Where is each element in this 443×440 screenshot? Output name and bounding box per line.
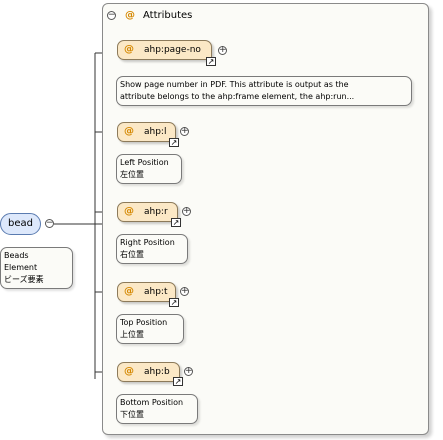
- attribute-name: ahp:r: [144, 207, 168, 217]
- attribute-node-r[interactable]: @ ahp:r: [117, 202, 178, 222]
- doc-line: Right Position: [120, 238, 175, 247]
- attribute-doc-t: Top Position 上位置: [116, 314, 184, 344]
- attribute-name: ahp:t: [144, 287, 168, 297]
- link-arrow-icon[interactable]: ↗: [169, 138, 179, 147]
- doc-line: Left Position: [120, 158, 169, 167]
- plus-circle-icon[interactable]: +: [218, 46, 227, 55]
- doc-line: ビーズ要素: [4, 275, 44, 284]
- plus-circle-icon[interactable]: +: [184, 367, 193, 376]
- link-arrow-icon[interactable]: ↗: [171, 218, 181, 227]
- attribute-node-l[interactable]: @ ahp:l: [117, 122, 176, 142]
- attribute-doc-page-no: Show page number in PDF. This attribute …: [116, 76, 412, 106]
- at-sign-icon: @: [124, 44, 134, 55]
- attribute-name: ahp:page-no: [144, 45, 201, 55]
- plus-circle-icon[interactable]: +: [182, 207, 191, 216]
- doc-line: 左位置: [120, 170, 144, 179]
- at-sign-icon: @: [125, 10, 135, 21]
- minus-circle-icon[interactable]: −: [45, 219, 54, 228]
- plus-circle-icon[interactable]: +: [180, 287, 189, 296]
- link-arrow-icon[interactable]: ↗: [173, 377, 183, 386]
- at-sign-icon: @: [124, 286, 134, 297]
- plus-circle-icon[interactable]: +: [180, 127, 189, 136]
- doc-line: 右位置: [120, 250, 144, 259]
- attribute-node-b[interactable]: @ ahp:b: [117, 362, 180, 382]
- attributes-group-title: Attributes: [143, 10, 193, 21]
- doc-line: Beads: [4, 251, 29, 260]
- attribute-name: ahp:b: [144, 367, 170, 377]
- doc-line: Element: [4, 263, 38, 272]
- attribute-doc-b: Bottom Position 下位置: [116, 394, 198, 424]
- doc-line: Show page number in PDF. This attribute …: [120, 80, 349, 89]
- attribute-node-page-no[interactable]: @ ahp:page-no: [117, 40, 212, 60]
- doc-line: Top Position: [120, 318, 168, 327]
- at-sign-icon: @: [124, 206, 134, 217]
- at-sign-icon: @: [124, 366, 134, 377]
- doc-line: 上位置: [120, 330, 144, 339]
- doc-line: attribute belongs to the ahp:frame eleme…: [120, 92, 355, 101]
- element-node-bead[interactable]: bead: [0, 213, 41, 235]
- doc-line: 下位置: [120, 410, 144, 419]
- attribute-doc-l: Left Position 左位置: [116, 154, 182, 184]
- link-arrow-icon[interactable]: ↗: [169, 298, 179, 307]
- element-doc-bead: Beads Element ビーズ要素: [0, 247, 73, 289]
- at-sign-icon: @: [124, 126, 134, 137]
- attribute-node-t[interactable]: @ ahp:t: [117, 282, 176, 302]
- doc-line: Bottom Position: [120, 398, 184, 407]
- attribute-doc-r: Right Position 右位置: [116, 234, 188, 264]
- minus-circle-icon[interactable]: −: [107, 11, 116, 20]
- link-arrow-icon[interactable]: ↗: [206, 57, 216, 66]
- attribute-name: ahp:l: [144, 127, 167, 137]
